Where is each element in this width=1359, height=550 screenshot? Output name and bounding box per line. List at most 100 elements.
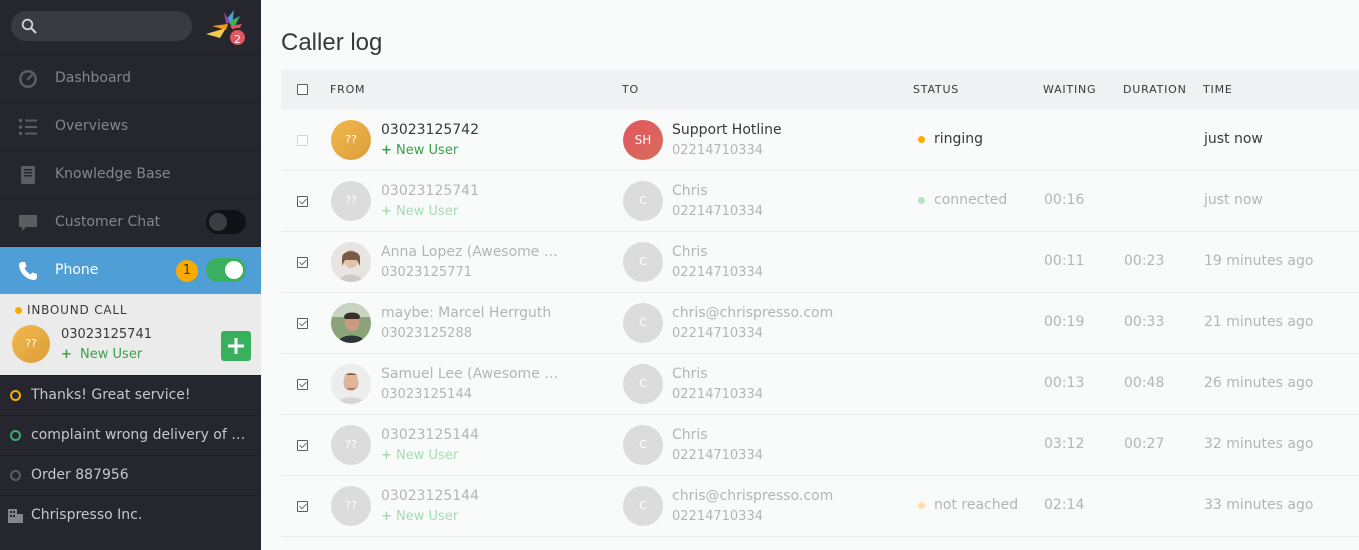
caller-name[interactable]: Anna Lopez (Awesome Cu... bbox=[381, 244, 561, 260]
callee-avatar[interactable]: C bbox=[623, 486, 663, 526]
inbound-status-dot bbox=[15, 307, 22, 314]
row-checkbox[interactable] bbox=[297, 196, 308, 207]
ticket-closed-icon bbox=[10, 470, 21, 481]
avatar[interactable]: ?? bbox=[12, 325, 50, 363]
customer-chat-toggle[interactable] bbox=[206, 210, 246, 234]
caller-name[interactable]: 03023125742 bbox=[381, 122, 479, 138]
chat-icon bbox=[19, 215, 37, 231]
caller-avatar[interactable] bbox=[331, 242, 371, 282]
row-checkbox[interactable] bbox=[297, 501, 308, 512]
nav-label: Overviews bbox=[55, 118, 129, 134]
nav-dashboard[interactable]: Dashboard bbox=[0, 54, 261, 102]
caller-name[interactable]: 03023125144 bbox=[381, 427, 479, 443]
notification-count-badge[interactable]: 2 bbox=[228, 28, 247, 47]
dashboard-icon bbox=[19, 70, 37, 88]
caller-avatar[interactable]: ?? bbox=[331, 120, 371, 160]
column-header-from[interactable]: FROM bbox=[330, 83, 365, 96]
sidebar-ticket-item[interactable]: Order 887956 bbox=[0, 455, 261, 495]
list-icon bbox=[19, 119, 37, 135]
callee-avatar[interactable]: C bbox=[623, 364, 663, 404]
column-header-time[interactable]: TIME bbox=[1203, 83, 1233, 96]
table-row[interactable]: ?? 03023125144 + New User C Chris 02214710334… bbox=[281, 415, 1359, 476]
add-user-button[interactable] bbox=[221, 331, 251, 361]
call-time: 26 minutes ago bbox=[1204, 375, 1314, 391]
callee-avatar[interactable]: SH bbox=[623, 120, 663, 160]
caller-sub-label: New User bbox=[396, 143, 459, 158]
callee-number: 02214710334 bbox=[672, 204, 763, 219]
table-row[interactable]: ?? 03023125741 + New User C Chris 02214710334… bbox=[281, 171, 1359, 232]
table-row[interactable]: Samuel Lee (Awesome Cu... 03023125144 C Chr… bbox=[281, 354, 1359, 415]
phone-toggle[interactable] bbox=[206, 258, 246, 282]
callee-number: 02214710334 bbox=[672, 143, 763, 158]
caller-name[interactable]: 03023125144 bbox=[381, 488, 479, 504]
waiting-time: 00:19 bbox=[1044, 314, 1085, 330]
caller-name[interactable]: 03023125741 bbox=[381, 183, 479, 199]
callee-avatar[interactable]: C bbox=[623, 181, 663, 221]
caller-avatar[interactable]: ?? bbox=[331, 181, 371, 221]
call-duration: 00:48 bbox=[1124, 375, 1165, 391]
caller-sub-label: 03023125288 bbox=[381, 326, 472, 341]
caller-avatar[interactable] bbox=[331, 303, 371, 343]
new-user-link[interactable]: + New User bbox=[61, 347, 142, 362]
column-header-waiting[interactable]: WAITING bbox=[1043, 83, 1096, 96]
page-title: Caller log bbox=[281, 29, 383, 56]
caller-name[interactable]: Samuel Lee (Awesome Cu... bbox=[381, 366, 561, 382]
caller-sub-label: New User bbox=[396, 509, 459, 524]
caller-avatar[interactable]: ?? bbox=[331, 486, 371, 526]
caller-sub[interactable]: + New User bbox=[381, 143, 458, 158]
row-checkbox[interactable] bbox=[297, 135, 308, 146]
sidebar-ticket-item[interactable]: complaint wrong delivery of ord... bbox=[0, 415, 261, 455]
plus-icon: + bbox=[61, 347, 72, 362]
call-time: 19 minutes ago bbox=[1204, 253, 1314, 269]
caller-name[interactable]: maybe: Marcel Herrguth bbox=[381, 305, 551, 321]
nav-knowledge-base[interactable]: Knowledge Base bbox=[0, 150, 261, 198]
caller-avatar[interactable] bbox=[331, 364, 371, 404]
callee-avatar[interactable]: C bbox=[623, 242, 663, 282]
call-time: just now bbox=[1204, 192, 1263, 208]
caller-avatar[interactable]: ?? bbox=[331, 425, 371, 465]
row-checkbox[interactable] bbox=[297, 440, 308, 451]
callee-number: 02214710334 bbox=[672, 265, 763, 280]
search-input[interactable] bbox=[45, 11, 185, 41]
call-time: just now bbox=[1204, 131, 1263, 147]
column-header-to[interactable]: TO bbox=[622, 83, 639, 96]
search-icon bbox=[21, 18, 37, 34]
table-row[interactable]: Anna Lopez (Awesome Cu... 03023125771 C Chr… bbox=[281, 232, 1359, 293]
book-icon bbox=[21, 166, 35, 184]
caller-sub-label: 03023125771 bbox=[381, 265, 472, 280]
callee-avatar[interactable]: C bbox=[623, 425, 663, 465]
new-user-label: New User bbox=[80, 347, 143, 362]
callee-avatar[interactable]: C bbox=[623, 303, 663, 343]
table-row[interactable]: maybe: Marcel Herrguth 03023125288 Cchris@… bbox=[281, 293, 1359, 354]
column-header-duration[interactable]: DURATION bbox=[1123, 83, 1187, 96]
nav-overviews[interactable]: Overviews bbox=[0, 102, 261, 150]
callee-name: Chris bbox=[672, 183, 708, 199]
nav-customer-chat[interactable]: Customer Chat bbox=[0, 198, 261, 246]
ticket-open-icon bbox=[10, 390, 21, 401]
nav-label: Dashboard bbox=[55, 70, 131, 86]
row-checkbox[interactable] bbox=[297, 257, 308, 268]
caller-sub[interactable]: + New User bbox=[381, 509, 458, 524]
column-header-status[interactable]: STATUS bbox=[913, 83, 959, 96]
row-checkbox[interactable] bbox=[297, 318, 308, 329]
ticket-title: Thanks! Great service! bbox=[31, 387, 191, 403]
select-all-checkbox[interactable] bbox=[297, 84, 308, 95]
callee-number: 02214710334 bbox=[672, 509, 763, 524]
table-row[interactable]: ?? 03023125144 + New User Cchris@chrispress… bbox=[281, 476, 1359, 537]
plus-icon: + bbox=[381, 509, 392, 524]
phone-icon bbox=[19, 262, 37, 280]
caller-sub-label: 03023125144 bbox=[381, 387, 472, 402]
inbound-number: 03023125741 bbox=[61, 327, 152, 342]
search-bar[interactable] bbox=[11, 11, 192, 41]
caller-sub[interactable]: + New User bbox=[381, 448, 458, 463]
call-time: 33 minutes ago bbox=[1204, 497, 1314, 513]
sidebar-ticket-item[interactable]: Thanks! Great service! bbox=[0, 375, 261, 415]
row-checkbox[interactable] bbox=[297, 379, 308, 390]
callee-name: Chris bbox=[672, 366, 708, 382]
plus-icon bbox=[228, 338, 244, 354]
waiting-time: 00:13 bbox=[1044, 375, 1085, 391]
table-row[interactable]: ?? 03023125742 + New User SH Support Hotline… bbox=[281, 110, 1359, 171]
sidebar-organization-item[interactable]: Chrispresso Inc. bbox=[0, 495, 261, 535]
caller-sub[interactable]: + New User bbox=[381, 204, 458, 219]
nav-phone[interactable]: Phone 1 bbox=[0, 246, 261, 294]
